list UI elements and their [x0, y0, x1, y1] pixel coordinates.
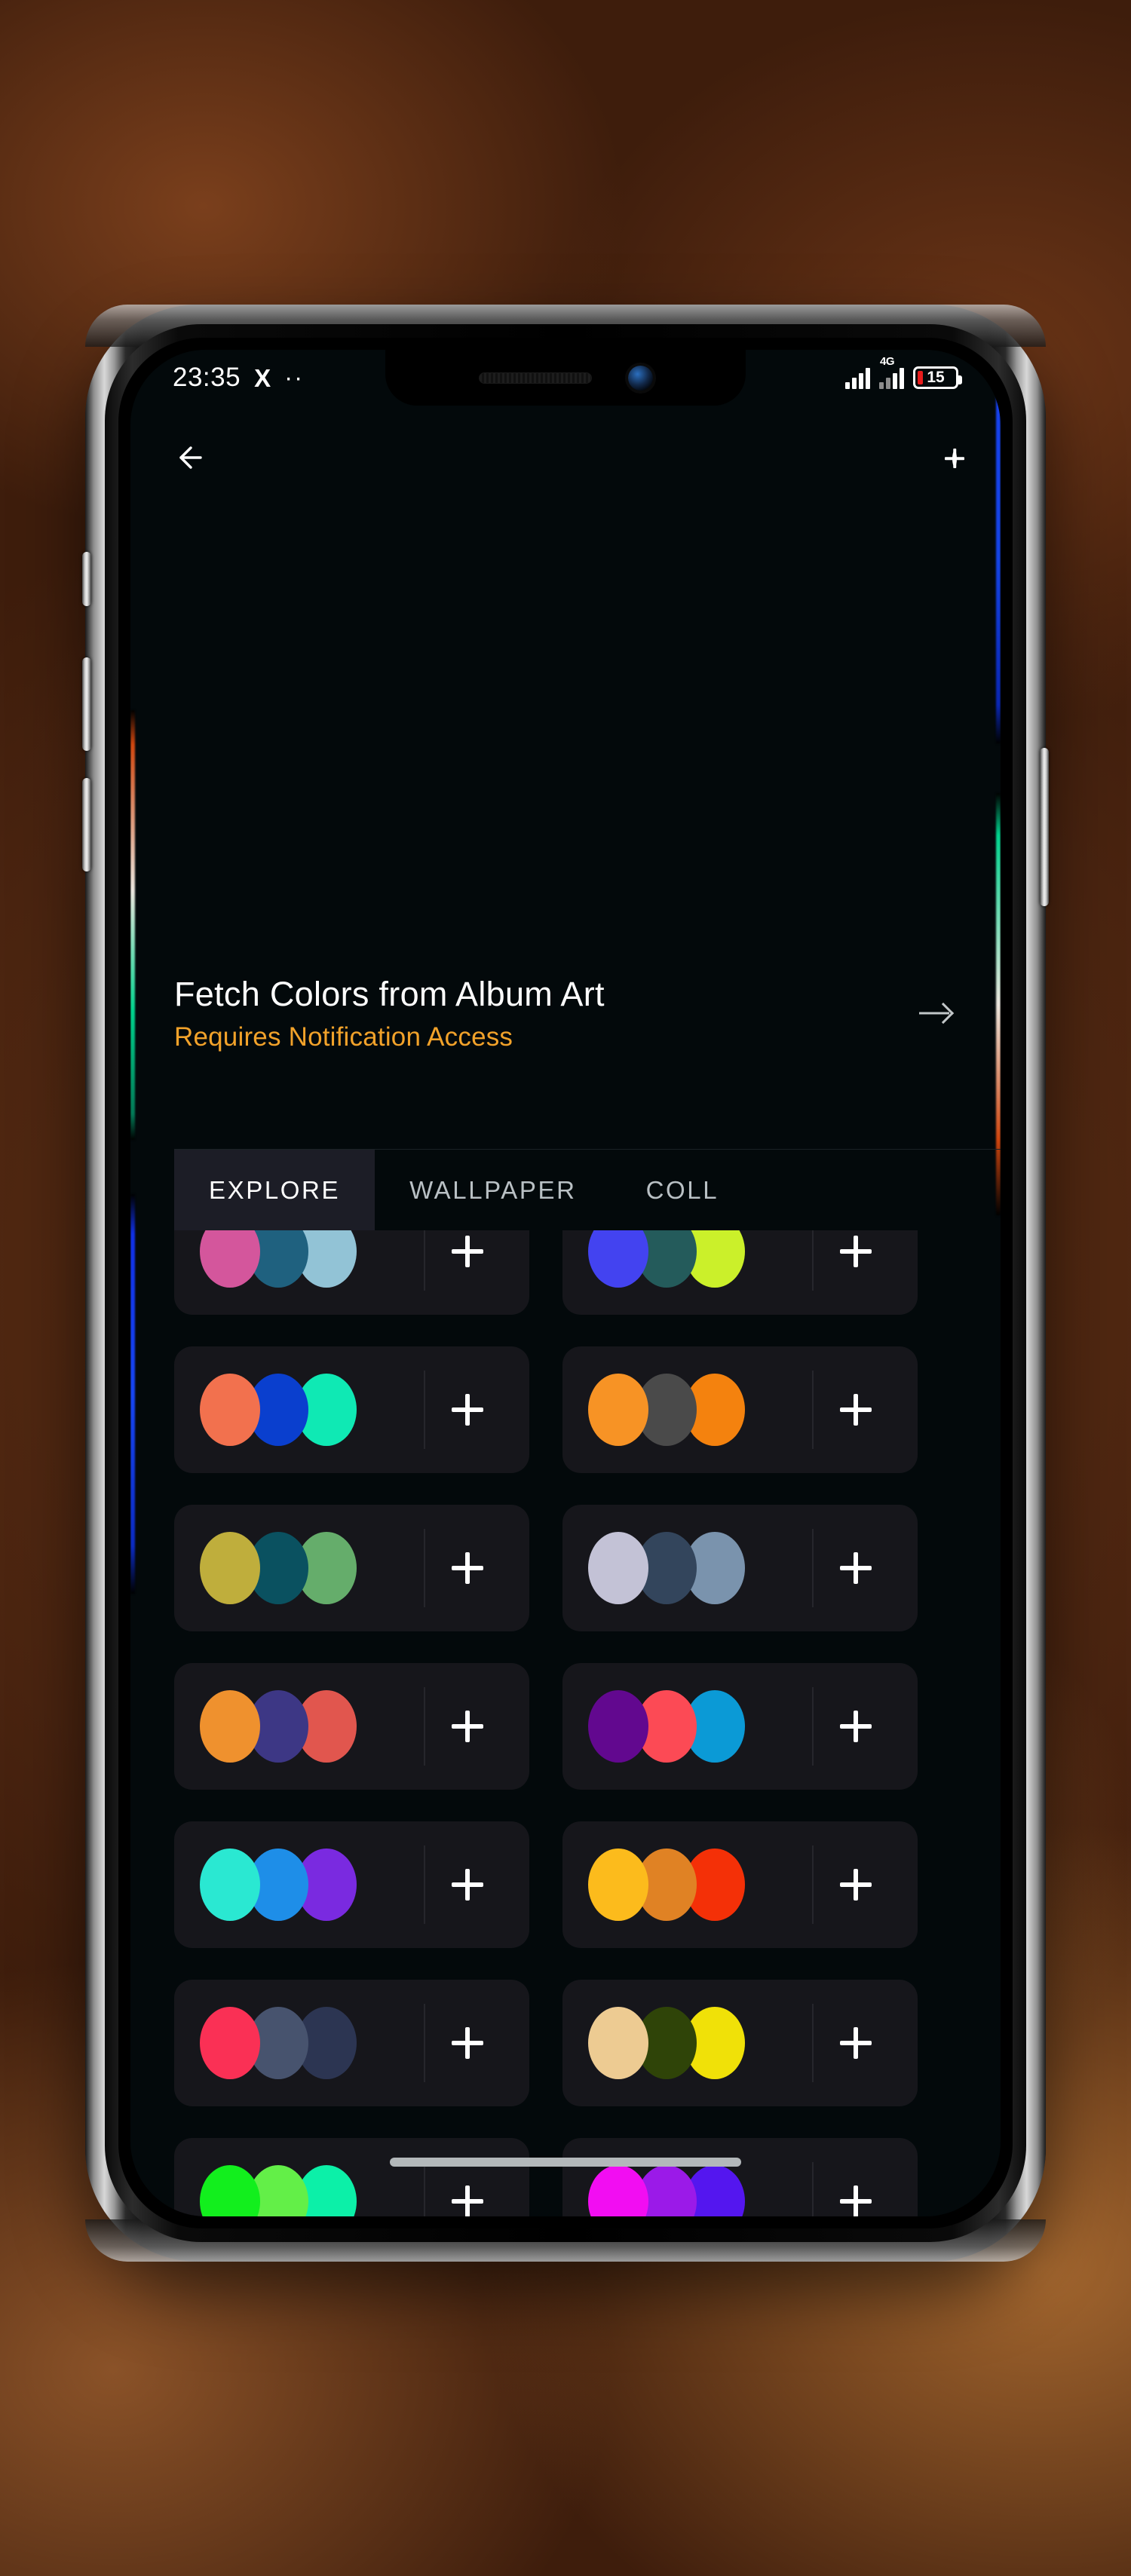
color-swatch	[588, 1849, 648, 1921]
card-divider	[812, 1687, 814, 1766]
banner-text-group: Fetch Colors from Album Art Requires Not…	[174, 974, 900, 1052]
forward-arrow-icon[interactable]	[915, 992, 957, 1034]
color-swatch	[588, 1374, 648, 1446]
color-swatch	[588, 1230, 648, 1288]
color-swatch	[200, 1230, 260, 1288]
card-divider	[812, 2004, 814, 2082]
palette-card[interactable]	[562, 1505, 918, 1631]
palette-swatches	[584, 2007, 811, 2079]
palette-swatches	[584, 1690, 811, 1763]
color-swatch	[588, 1690, 648, 1763]
tab-wallpaper[interactable]: WALLPAPER	[375, 1150, 611, 1230]
palette-swatches	[584, 1374, 811, 1446]
x-app-icon: X	[254, 363, 271, 392]
edge-light-left-upper	[130, 710, 135, 1140]
palette-scroll-area[interactable]	[130, 1230, 1001, 2216]
card-divider	[424, 1845, 425, 1924]
card-divider	[424, 2004, 425, 2082]
palette-card[interactable]	[562, 1346, 918, 1473]
phone-device: 23:35 X ·· 4G 15 Fetch Colors from Album…	[82, 305, 1049, 2262]
color-swatch	[200, 1690, 260, 1763]
volume-down-button[interactable]	[82, 778, 91, 871]
palette-swatches	[195, 1374, 422, 1446]
mute-switch-button[interactable]	[82, 552, 91, 606]
palette-card[interactable]	[562, 2138, 918, 2216]
palette-card[interactable]	[174, 1821, 529, 1948]
palette-swatches	[195, 1849, 422, 1921]
card-divider	[424, 1529, 425, 1607]
card-divider	[812, 2162, 814, 2216]
palette-card[interactable]	[174, 1505, 529, 1631]
card-divider	[424, 1371, 425, 1449]
card-divider	[812, 1529, 814, 1607]
more-notifications-icon: ··	[284, 363, 305, 391]
card-divider	[424, 1230, 425, 1291]
palette-card[interactable]	[174, 1230, 529, 1315]
color-swatch	[588, 2165, 648, 2216]
banner-subtitle: Requires Notification Access	[174, 1022, 513, 1052]
palette-swatches	[195, 2165, 422, 2216]
color-swatch	[588, 1532, 648, 1604]
palette-swatches	[584, 1230, 811, 1288]
color-swatch	[200, 2007, 260, 2079]
color-swatch	[200, 1532, 260, 1604]
color-swatch	[200, 1849, 260, 1921]
card-divider	[424, 1687, 425, 1766]
power-button[interactable]	[1040, 748, 1049, 906]
palette-swatches	[195, 1532, 422, 1604]
palette-swatches	[195, 1230, 422, 1288]
palette-card[interactable]	[562, 1821, 918, 1948]
palette-swatches	[195, 2007, 422, 2079]
palette-card[interactable]	[174, 1346, 529, 1473]
palette-swatches	[584, 1849, 811, 1921]
palette-card[interactable]	[562, 1663, 918, 1790]
palette-card[interactable]	[174, 2138, 529, 2216]
palette-swatches	[195, 1690, 422, 1763]
back-arrow-icon	[179, 446, 202, 469]
color-swatch	[200, 1374, 260, 1446]
palette-card[interactable]	[174, 1663, 529, 1790]
phone-screen: 23:35 X ·· 4G 15 Fetch Colors from Album…	[130, 350, 1001, 2216]
front-camera-icon	[627, 365, 653, 391]
banner-title: Fetch Colors from Album Art	[174, 975, 605, 1013]
palette-card[interactable]	[562, 1980, 918, 2106]
color-swatch	[200, 2165, 260, 2216]
tab-bar: EXPLORE WALLPAPER COLL	[174, 1149, 1001, 1230]
back-button[interactable]	[174, 440, 210, 478]
card-divider	[812, 1845, 814, 1924]
status-bar-clock: 23:35	[173, 363, 241, 392]
palette-grid	[174, 1230, 918, 2216]
tab-collection[interactable]: COLL	[611, 1150, 754, 1230]
card-divider	[812, 1230, 814, 1291]
palette-card[interactable]	[174, 1980, 529, 2106]
tab-explore[interactable]: EXPLORE	[174, 1150, 375, 1230]
battery-icon: 15	[913, 366, 962, 389]
notch	[385, 350, 746, 406]
color-swatch	[588, 2007, 648, 2079]
card-divider	[812, 1371, 814, 1449]
cellular-signal-icon: 4G	[879, 355, 904, 389]
fetch-colors-banner[interactable]: Fetch Colors from Album Art Requires Not…	[130, 974, 1001, 1052]
network-type-label: 4G	[880, 355, 895, 368]
palette-swatches	[584, 2165, 811, 2216]
app-root: 23:35 X ·· 4G 15 Fetch Colors from Album…	[130, 350, 1001, 2216]
earpiece-speaker-icon	[478, 372, 592, 384]
home-indicator[interactable]	[390, 2158, 741, 2167]
volume-up-button[interactable]	[82, 657, 91, 751]
card-divider	[424, 2162, 425, 2216]
battery-percent-label: 15	[927, 369, 945, 386]
plus-circle-icon	[952, 450, 957, 467]
add-palette-button[interactable]	[952, 450, 957, 467]
palette-swatches	[584, 1532, 811, 1604]
wifi-signal-icon	[845, 368, 870, 389]
app-bar	[130, 406, 1001, 511]
palette-card[interactable]	[562, 1230, 918, 1315]
